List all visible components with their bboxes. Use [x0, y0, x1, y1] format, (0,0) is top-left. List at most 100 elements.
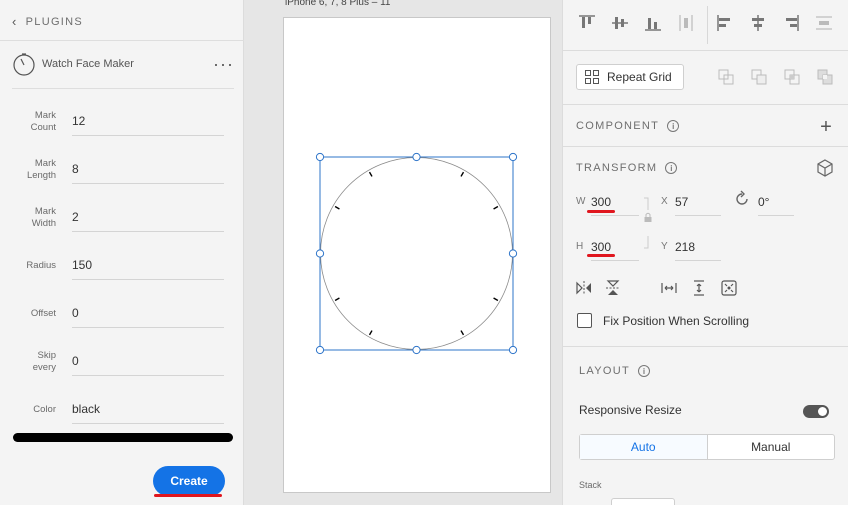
- divider: [563, 346, 848, 347]
- divider: [0, 40, 244, 41]
- tick-mark: [460, 330, 465, 336]
- resize-handle: [315, 345, 325, 355]
- repeat-grid-label: Repeat Grid: [607, 70, 672, 84]
- responsive-resize-toggle[interactable]: [803, 405, 829, 418]
- height-label: H: [576, 241, 584, 252]
- color-preview-bar: [13, 433, 233, 442]
- create-button[interactable]: Create: [153, 466, 225, 496]
- divider: [563, 50, 848, 51]
- field-label: Offset: [30, 308, 56, 319]
- divider: [12, 88, 234, 89]
- fix-position-label: Fix Position When Scrolling: [603, 314, 750, 328]
- tick-mark: [460, 171, 465, 177]
- boolean-add-icon[interactable]: [715, 66, 737, 88]
- watch-face-selection[interactable]: [315, 152, 519, 356]
- add-component-icon[interactable]: +: [815, 116, 837, 138]
- tick-mark: [493, 297, 499, 302]
- align-left-icon[interactable]: [714, 12, 736, 34]
- property-inspector: Repeat Grid COMPONENT i + TRANSFORM i W …: [562, 0, 848, 505]
- mark-count-input[interactable]: 12: [72, 106, 224, 136]
- field-mark-count: Mark Count 12: [12, 106, 224, 146]
- resize-width-icon[interactable]: [658, 277, 680, 299]
- resize-handle: [412, 152, 421, 162]
- flip-horizontal-icon[interactable]: [573, 277, 595, 299]
- tick-mark: [368, 330, 373, 336]
- x-input[interactable]: 57: [675, 194, 721, 216]
- fix-position-checkbox[interactable]: [577, 313, 592, 328]
- field-label: Mark Count: [30, 110, 56, 133]
- auto-option[interactable]: Auto: [580, 435, 708, 459]
- tick-mark: [493, 205, 499, 210]
- responsive-resize-label: Responsive Resize: [579, 403, 682, 417]
- field-radius: Radius 150: [12, 250, 224, 290]
- width-label: W: [576, 196, 586, 207]
- field-color: Color black: [12, 394, 224, 434]
- plugins-header: ‹ PLUGINS: [12, 14, 83, 29]
- mark-length-input[interactable]: 8: [72, 154, 224, 184]
- flip-vertical-icon[interactable]: [602, 277, 624, 299]
- layout-section-title: LAYOUT i: [579, 365, 650, 377]
- field-label: Color: [33, 404, 56, 415]
- resize-handle: [315, 249, 325, 258]
- manual-option[interactable]: Manual: [708, 435, 835, 459]
- field-offset: Offset 0: [12, 298, 224, 338]
- more-options-icon[interactable]: ···: [213, 55, 234, 73]
- y-input[interactable]: 218: [675, 239, 721, 261]
- field-mark-length: Mark Length 8: [12, 154, 224, 194]
- align-top-icon[interactable]: [576, 12, 598, 34]
- distribute-horizontal-icon[interactable]: [675, 12, 697, 34]
- radius-input[interactable]: 150: [72, 250, 224, 280]
- height-input[interactable]: 300: [591, 239, 639, 261]
- stack-control[interactable]: [611, 498, 675, 505]
- field-label: Mark Width: [31, 206, 56, 229]
- align-center-icon[interactable]: [747, 12, 769, 34]
- plugins-title: PLUGINS: [25, 15, 84, 28]
- info-icon[interactable]: i: [638, 365, 650, 377]
- repeat-grid-icon: [585, 70, 599, 84]
- info-icon[interactable]: i: [665, 162, 678, 174]
- fit-content-icon[interactable]: [718, 277, 740, 299]
- resize-height-icon[interactable]: [688, 277, 710, 299]
- artboard-title[interactable]: iPhone 6, 7, 8 Plus – 11: [285, 0, 390, 8]
- align-middle-icon[interactable]: [609, 12, 631, 34]
- selection-box: [319, 156, 514, 351]
- distribute-vertical-icon[interactable]: [813, 12, 835, 34]
- info-icon[interactable]: i: [667, 120, 680, 132]
- color-input[interactable]: black: [72, 394, 224, 424]
- resize-handle: [508, 345, 518, 355]
- stopwatch-icon: [13, 53, 35, 76]
- divider: [563, 146, 848, 147]
- field-label: Mark Length: [26, 158, 56, 181]
- transform-title: TRANSFORM: [576, 162, 658, 174]
- watch-face-circle: [320, 157, 513, 350]
- plugin-row: Watch Face Maker ···: [12, 52, 234, 76]
- stack-label: Stack: [579, 480, 602, 490]
- skip-every-input[interactable]: 0: [72, 346, 224, 376]
- 3d-transform-icon[interactable]: [814, 157, 836, 179]
- boolean-exclude-icon[interactable]: [814, 66, 836, 88]
- plugins-panel: ‹ PLUGINS Watch Face Maker ··· Mark Count…: [0, 0, 244, 505]
- mark-width-input[interactable]: 2: [72, 202, 224, 232]
- align-right-icon[interactable]: [780, 12, 802, 34]
- component-section-title: COMPONENT i: [576, 120, 680, 132]
- resize-handle: [508, 152, 518, 162]
- boolean-subtract-icon[interactable]: [748, 66, 770, 88]
- field-skip-every: Skip every 0: [12, 346, 224, 386]
- boolean-intersect-icon[interactable]: [781, 66, 803, 88]
- offset-input[interactable]: 0: [72, 298, 224, 328]
- tick-mark: [334, 297, 340, 302]
- lock-aspect-icon[interactable]: [643, 196, 653, 250]
- x-label: X: [661, 196, 668, 207]
- field-mark-width: Mark Width 2: [12, 202, 224, 242]
- resize-handle: [508, 249, 518, 258]
- layout-title: LAYOUT: [579, 365, 630, 377]
- rotate-icon[interactable]: [731, 188, 753, 210]
- repeat-grid-button[interactable]: Repeat Grid: [576, 64, 684, 90]
- plugin-name: Watch Face Maker: [42, 58, 134, 70]
- chevron-left-icon[interactable]: ‹: [12, 14, 18, 29]
- divider: [563, 104, 848, 105]
- rotation-input[interactable]: 0°: [758, 194, 794, 216]
- tick-marks: [334, 171, 499, 336]
- align-bottom-icon[interactable]: [642, 12, 664, 34]
- field-label: Radius: [26, 260, 56, 271]
